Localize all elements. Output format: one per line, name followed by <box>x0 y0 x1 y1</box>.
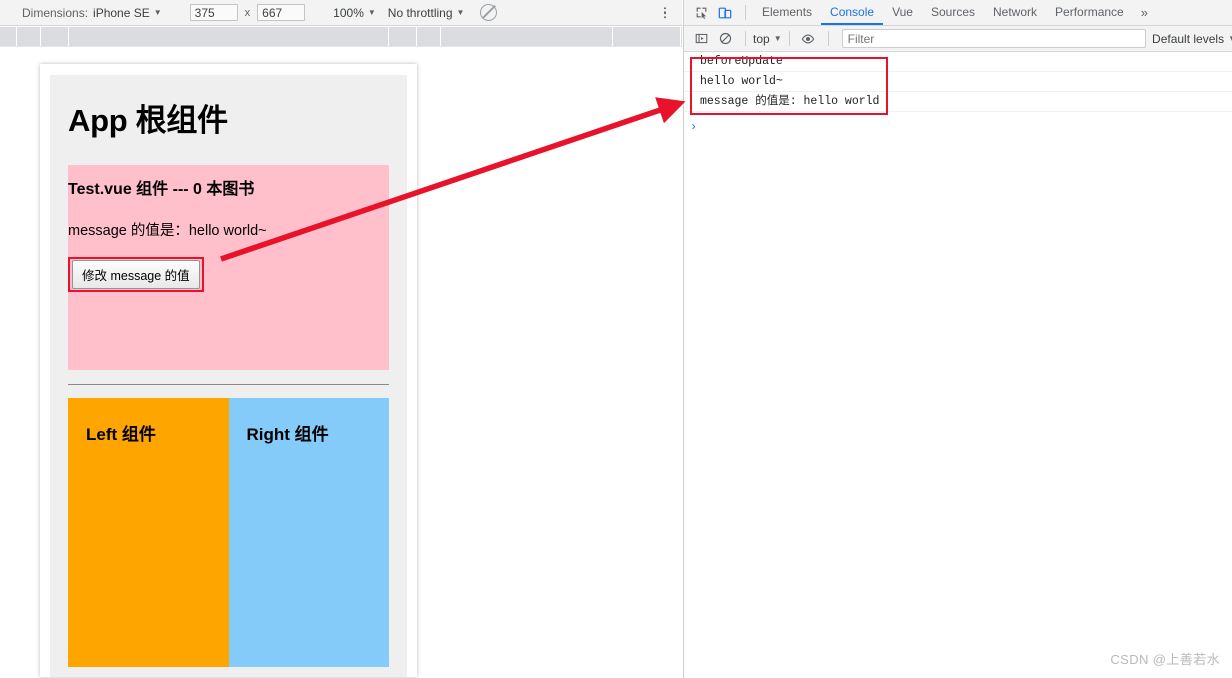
inspect-element-icon[interactable] <box>690 3 712 23</box>
tab-performance[interactable]: Performance <box>1046 0 1133 25</box>
message-value-line: message 的值是：hello world~ <box>68 223 267 240</box>
console-levels-value: Default levels <box>1152 31 1225 46</box>
test-component-panel: Test.vue 组件 --- 0 本图书 message 的值是：hello … <box>68 164 389 370</box>
left-component-panel: Left 组件 <box>68 397 229 667</box>
right-component-panel: Right 组件 <box>228 397 389 667</box>
chevron-down-icon: ▼ <box>456 7 465 17</box>
toolbar-divider <box>827 31 829 46</box>
toolbar-divider <box>788 31 790 46</box>
throttling-select-value: No throttling <box>387 5 453 20</box>
chevron-down-icon: ▼ <box>1228 34 1232 43</box>
devtools-pane: Elements Console Vue Sources Network Per… <box>683 0 1232 678</box>
kebab-dot <box>663 15 666 19</box>
chevron-down-icon: ▼ <box>773 33 782 43</box>
toolbar-divider <box>745 31 746 46</box>
clear-console-icon[interactable] <box>714 29 736 49</box>
right-component-title: Right 组件 <box>246 424 329 444</box>
console-levels-select[interactable]: Default levels ▼ <box>1152 32 1232 46</box>
left-right-components-row: Left 组件 Right 组件 <box>68 397 389 667</box>
toolbar-divider <box>745 5 746 20</box>
device-select[interactable]: iPhone SE ▼ <box>93 6 162 20</box>
console-sidebar-icon[interactable] <box>690 29 712 49</box>
console-message-list[interactable]: beforeUpdate hello world~ message 的值是: h… <box>684 52 1232 678</box>
viewport-width-input[interactable] <box>189 4 238 21</box>
tab-elements[interactable]: Elements <box>753 0 821 25</box>
console-log-row: message 的值是: hello world <box>684 92 1232 112</box>
console-context-select[interactable]: top ▼ <box>753 32 782 46</box>
throttling-select[interactable]: No throttling ▼ <box>388 6 465 20</box>
no-throttle-icon[interactable] <box>480 4 498 21</box>
zoom-select-value: 100% <box>333 5 364 20</box>
device-emulation-pane: Dimensions: iPhone SE ▼ x 100% ▼ No thro… <box>0 0 682 678</box>
tab-sources[interactable]: Sources <box>922 0 984 25</box>
toggle-device-toolbar-icon[interactable] <box>714 3 736 23</box>
viewport-height-input[interactable] <box>257 4 306 21</box>
dimensions-times-symbol: x <box>244 6 251 19</box>
console-prompt[interactable]: › <box>684 117 697 137</box>
section-divider <box>68 383 389 385</box>
phone-frame: App 根组件 Test.vue 组件 --- 0 本图书 message 的值… <box>40 64 417 677</box>
tab-vue[interactable]: Vue <box>883 0 922 25</box>
device-select-value: iPhone SE <box>93 5 150 20</box>
chevron-down-icon: ▼ <box>367 7 376 17</box>
viewport-ruler <box>0 27 682 47</box>
emulated-viewport-area: App 根组件 Test.vue 组件 --- 0 本图书 message 的值… <box>0 47 682 678</box>
app-root: App 根组件 Test.vue 组件 --- 0 本图书 message 的值… <box>50 75 407 677</box>
kebab-dot <box>663 11 666 14</box>
tab-network[interactable]: Network <box>984 0 1046 25</box>
zoom-select[interactable]: 100% ▼ <box>333 6 376 20</box>
tab-console[interactable]: Console <box>821 0 884 25</box>
more-tabs-button[interactable]: » <box>1133 5 1156 20</box>
left-component-title: Left 组件 <box>86 424 156 444</box>
dimensions-label: Dimensions: <box>22 5 89 20</box>
test-component-title: Test.vue 组件 --- 0 本图书 <box>68 180 255 198</box>
page-title: App 根组件 <box>68 103 228 138</box>
device-toolbar: Dimensions: iPhone SE ▼ x 100% ▼ No thro… <box>0 0 682 26</box>
console-context-value: top <box>753 31 770 46</box>
live-expression-eye-icon[interactable] <box>797 29 819 49</box>
device-toolbar-menu-button[interactable] <box>663 6 666 19</box>
devtools-tab-bar: Elements Console Vue Sources Network Per… <box>684 0 1232 26</box>
console-log-row: hello world~ <box>684 72 1232 92</box>
console-toolbar: top ▼ Default levels ▼ <box>684 26 1232 52</box>
watermark: CSDN @上善若水 <box>1110 652 1220 667</box>
modify-message-button[interactable]: 修改 message 的值 <box>72 260 200 290</box>
console-filter-input[interactable] <box>841 29 1147 48</box>
console-log-row: beforeUpdate <box>684 52 1232 72</box>
kebab-dot <box>663 6 666 10</box>
button-annotation-box: 修改 message 的值 <box>68 257 204 293</box>
chevron-down-icon: ▼ <box>153 7 162 17</box>
